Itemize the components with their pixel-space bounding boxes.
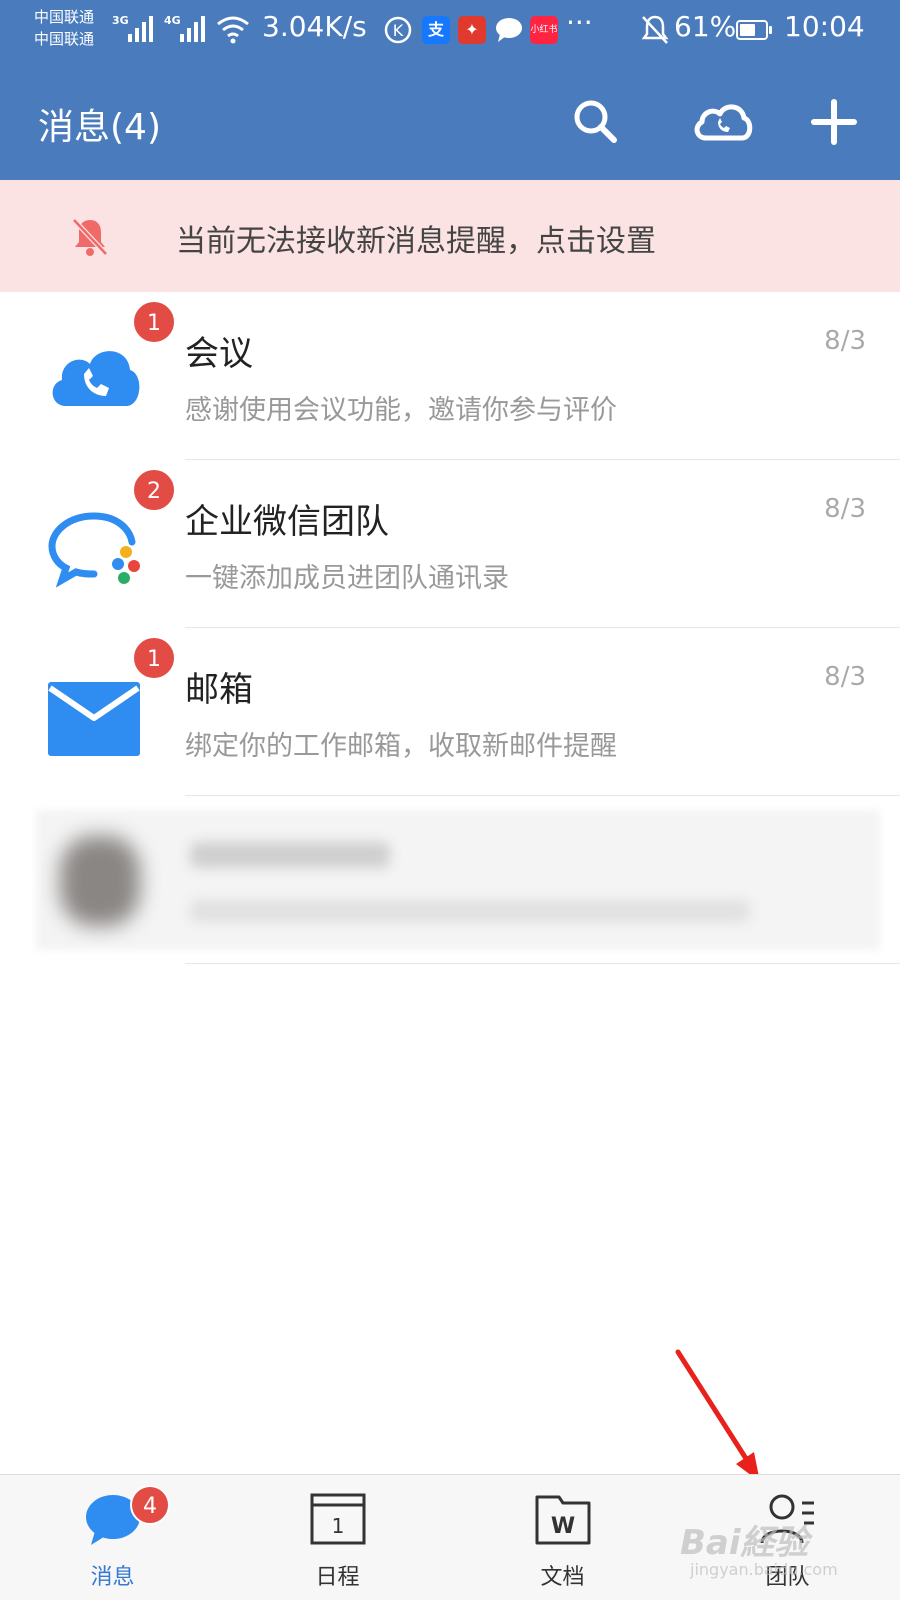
status-bar: 中国联通 中国联通 3G 4G 3.04K/s K 支 ✦ 小红书 ··· 61… (0, 0, 900, 62)
carrier-label-1: 中国联通 (34, 8, 95, 26)
app-header: 消息(4) (0, 62, 900, 180)
xiaohongshu-icon: 小红书 (530, 16, 558, 44)
conversation-name: 邮箱 (185, 670, 253, 710)
document-glyph: W (550, 1514, 574, 1539)
list-item[interactable]: 1 会议 感谢使用会议功能，邀请你参与评价 8/3 (0, 292, 900, 460)
mail-envelope-icon (48, 682, 140, 756)
signal-bars-1-icon (128, 14, 153, 42)
carrier-label-2: 中国联通 (34, 30, 95, 48)
notice-text: 当前无法接收新消息提醒，点击设置 (176, 224, 656, 259)
notification-warning-banner[interactable]: 当前无法接收新消息提醒，点击设置 (0, 180, 900, 292)
battery-fill (740, 24, 755, 36)
alipay-icon: 支 (422, 16, 450, 44)
wework-icon (48, 512, 140, 588)
tab-documents[interactable]: W 文档 (450, 1475, 675, 1601)
calendar-icon: 1 (310, 1493, 365, 1545)
unread-badge: 2 (132, 468, 176, 512)
calendar-day: 1 (331, 1514, 344, 1538)
baidu-watermark: Bai経验 (680, 1523, 809, 1563)
blurred-name (190, 842, 390, 868)
network-type-2: 4G (164, 14, 181, 27)
search-icon[interactable] (566, 92, 626, 152)
conversation-date: 8/3 (824, 662, 866, 692)
tab-messages[interactable]: 4 消息 (0, 1475, 225, 1601)
network-speed: 3.04K/s (262, 10, 367, 43)
k-circle-icon: K (384, 16, 412, 44)
conversation-name: 企业微信团队 (185, 502, 389, 542)
bell-muted-icon (72, 218, 108, 256)
signal-bars-2-icon (180, 14, 205, 42)
tab-schedule[interactable]: 1 日程 (225, 1475, 450, 1601)
tab-badge: 4 (130, 1485, 170, 1525)
list-item[interactable]: 1 邮箱 绑定你的工作邮箱，收取新邮件提醒 8/3 (0, 628, 900, 796)
tab-label: 文档 (540, 1565, 585, 1590)
bell-muted-status-icon (641, 15, 669, 44)
blurred-background (36, 810, 880, 950)
carrier-info: 中国联通 中国联通 (34, 6, 94, 50)
conversation-preview: 一键添加成员进团队通讯录 (185, 563, 509, 594)
tab-label: 日程 (315, 1565, 360, 1590)
message-list: 1 会议 感谢使用会议功能，邀请你参与评价 8/3 2 企业微信团队 一键添加成… (0, 292, 900, 964)
network-type-1: 3G (112, 14, 129, 27)
news-app-icon: ✦ (458, 16, 486, 44)
blurred-avatar (60, 836, 140, 926)
list-item[interactable]: 2 企业微信团队 一键添加成员进团队通讯录 8/3 (0, 460, 900, 628)
page-title: 消息(4) (38, 107, 161, 148)
battery-icon (736, 20, 772, 40)
wifi-icon (217, 16, 249, 44)
unread-badge: 1 (132, 300, 176, 344)
conversation-preview: 绑定你的工作邮箱，收取新邮件提醒 (185, 731, 617, 762)
more-notifications: ··· (566, 6, 593, 39)
tab-label: 消息 (90, 1565, 135, 1590)
chat-bubble-icon (496, 18, 522, 42)
watermark-url: jingyan.baidu.com (690, 1560, 838, 1579)
blurred-list-item[interactable] (0, 796, 900, 964)
conversation-date: 8/3 (824, 494, 866, 524)
cloud-phone-icon[interactable] (690, 92, 756, 152)
svg-text:K: K (393, 21, 404, 40)
document-folder-icon: W (535, 1495, 590, 1545)
divider (185, 963, 900, 964)
meeting-cloud-icon (52, 351, 140, 406)
clock: 10:04 (784, 10, 865, 43)
plus-icon[interactable] (804, 92, 864, 152)
unread-badge: 1 (132, 636, 176, 680)
conversation-preview: 感谢使用会议功能，邀请你参与评价 (185, 395, 617, 426)
blurred-preview (190, 900, 750, 922)
conversation-name: 会议 (185, 334, 253, 374)
battery-percent: 61% (674, 10, 737, 43)
conversation-date: 8/3 (824, 326, 866, 356)
